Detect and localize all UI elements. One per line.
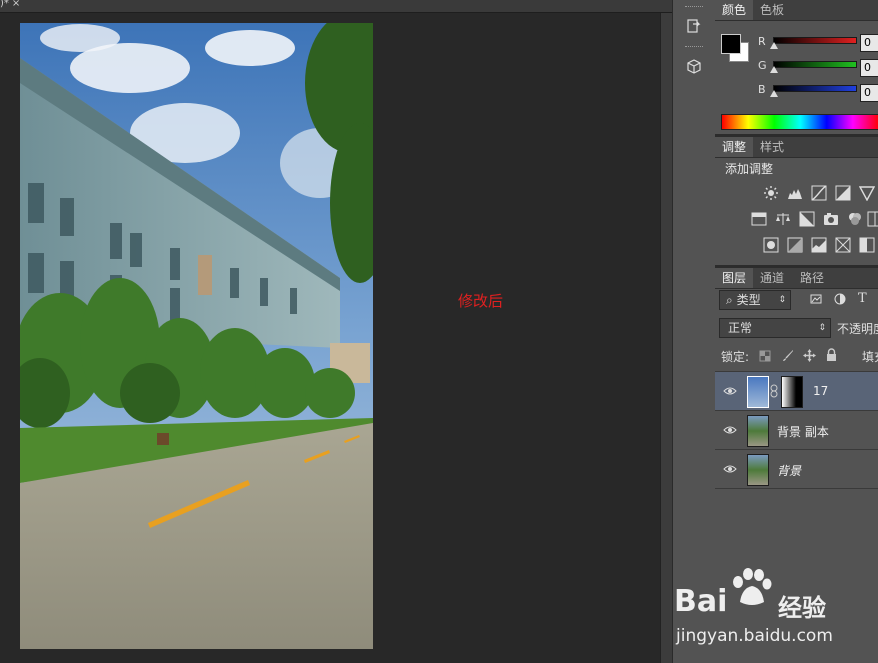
- threshold-icon[interactable]: [811, 237, 827, 253]
- history-icon: [687, 19, 701, 33]
- lock-label: 锁定:: [721, 350, 750, 364]
- green-slider-knob[interactable]: [770, 66, 778, 73]
- layer-thumbnail: [747, 376, 769, 408]
- color-spectrum-bar[interactable]: [721, 114, 878, 130]
- tab-styles[interactable]: 样式: [753, 137, 791, 157]
- blue-slider[interactable]: [773, 85, 857, 92]
- vibrance-icon[interactable]: [859, 185, 875, 201]
- blend-mode-value: 正常: [728, 321, 753, 335]
- tab-paths[interactable]: 路径: [793, 268, 831, 288]
- document-tab-title: )*: [0, 0, 9, 9]
- brightness-contrast-icon[interactable]: [763, 185, 779, 201]
- layer-filter-dropdown[interactable]: ⌕ 类型 ⇕: [719, 290, 791, 310]
- blue-channel-label: B: [758, 83, 766, 96]
- posterize-icon[interactable]: [787, 237, 803, 253]
- layer-name[interactable]: 背景: [777, 462, 801, 479]
- color-balance-icon[interactable]: [775, 211, 791, 227]
- lock-image-brush-icon[interactable]: [781, 349, 794, 362]
- tab-adjustments[interactable]: 调整: [715, 137, 754, 157]
- canvas-area[interactable]: 修改后: [0, 13, 660, 663]
- eye-icon[interactable]: [723, 462, 737, 476]
- dock-grip[interactable]: [685, 46, 703, 50]
- lock-all-icon[interactable]: [826, 348, 837, 362]
- color-panel-tabbar: 颜色 色板: [715, 0, 878, 21]
- adjustments-panel: 调整 样式 添加调整: [715, 137, 878, 265]
- blue-slider-knob[interactable]: [770, 90, 778, 97]
- document-tab[interactable]: )* ×: [0, 0, 20, 9]
- panels-column: 颜色 色板 R 0 G 0 B 0 调整 样式 添加调整 图层 通道 路径 ⌕ …: [715, 0, 878, 663]
- document-image[interactable]: [20, 23, 373, 649]
- opacity-label: 不透明度: [837, 322, 878, 336]
- dropdown-arrows-icon: ⇕: [818, 323, 826, 333]
- channel-mixer-icon[interactable]: [847, 211, 863, 227]
- filter-pixel-icon[interactable]: [810, 293, 822, 305]
- eye-icon[interactable]: [723, 384, 737, 398]
- foreground-color-swatch[interactable]: [721, 34, 741, 54]
- exposure-icon[interactable]: [835, 185, 851, 201]
- tab-channels[interactable]: 通道: [753, 268, 791, 288]
- campus-photo: [20, 23, 373, 649]
- green-channel-label: G: [758, 59, 767, 72]
- layer-mask-thumbnail[interactable]: [781, 376, 803, 408]
- filter-type-icon[interactable]: T: [858, 291, 867, 306]
- color-lookup-icon[interactable]: [867, 211, 878, 227]
- cube-icon: [687, 59, 701, 74]
- fill-label: 填充: [862, 350, 878, 364]
- annotation-label: 修改后: [458, 292, 504, 310]
- layer-thumbnail: [747, 415, 769, 447]
- link-chain-icon[interactable]: [770, 384, 778, 398]
- tab-color[interactable]: 颜色: [715, 0, 754, 20]
- 3d-panel-button[interactable]: [677, 54, 711, 80]
- history-panel-button[interactable]: [677, 14, 711, 40]
- filter-adjustment-icon[interactable]: [834, 293, 846, 305]
- red-slider-knob[interactable]: [770, 42, 778, 49]
- levels-icon[interactable]: [787, 185, 803, 201]
- eye-icon[interactable]: [723, 423, 737, 437]
- red-slider[interactable]: [773, 37, 857, 44]
- lock-position-move-icon[interactable]: [803, 349, 816, 362]
- invert-icon[interactable]: [763, 237, 779, 253]
- dropdown-arrows-icon: ⇕: [778, 295, 786, 305]
- lock-transparent-icon[interactable]: [759, 350, 771, 362]
- layer-name[interactable]: 17: [813, 384, 828, 398]
- tab-layers[interactable]: 图层: [715, 268, 754, 288]
- selective-color-icon[interactable]: [835, 237, 851, 253]
- layer-row-background-copy[interactable]: 背景 副本: [715, 411, 878, 450]
- document-tab-close-icon[interactable]: ×: [12, 0, 20, 9]
- red-channel-label: R: [758, 35, 766, 48]
- layers-panel: 图层 通道 路径 ⌕ 类型 ⇕ T 正常 ⇕ 不透明度 锁定: 填充: [715, 268, 878, 663]
- layers-panel-tabbar: 图层 通道 路径: [715, 268, 878, 289]
- green-slider[interactable]: [773, 61, 857, 68]
- document-tab-bar: )* ×: [0, 0, 672, 13]
- curves-icon[interactable]: [811, 185, 827, 201]
- tab-swatches[interactable]: 色板: [753, 0, 791, 20]
- layer-filter-value: 类型: [736, 293, 761, 307]
- adjustments-panel-tabbar: 调整 样式: [715, 137, 878, 158]
- green-value-field[interactable]: 0: [860, 59, 878, 77]
- black-white-icon[interactable]: [799, 211, 815, 227]
- search-icon: ⌕: [726, 293, 733, 307]
- hue-saturation-icon[interactable]: [751, 211, 767, 227]
- layer-row-background[interactable]: 背景: [715, 450, 878, 489]
- gradient-map-icon[interactable]: [859, 237, 875, 253]
- red-value-field[interactable]: 0: [860, 34, 878, 52]
- layer-row-17[interactable]: 17: [715, 372, 878, 411]
- adjustments-heading: 添加调整: [725, 162, 774, 176]
- color-panel: 颜色 色板 R 0 G 0 B 0: [715, 0, 878, 135]
- collapsed-panel-dock: [672, 0, 716, 663]
- dock-grip[interactable]: [685, 6, 703, 10]
- layer-thumbnail: [747, 454, 769, 486]
- photo-filter-icon[interactable]: [823, 211, 839, 227]
- layer-name[interactable]: 背景 副本: [777, 423, 829, 440]
- blue-value-field[interactable]: 0: [860, 84, 878, 102]
- blend-mode-dropdown[interactable]: 正常 ⇕: [719, 318, 831, 338]
